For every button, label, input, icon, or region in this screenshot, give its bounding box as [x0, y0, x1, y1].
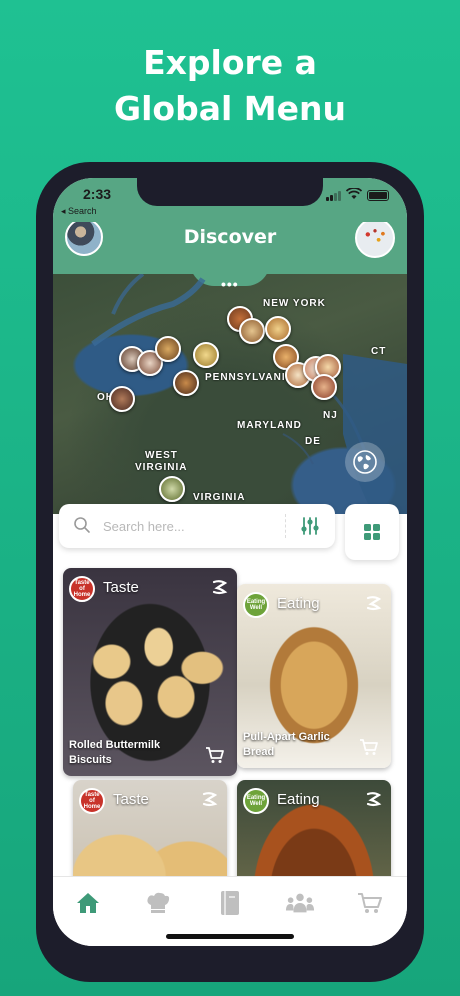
- map-recipe-pin[interactable]: [109, 386, 135, 412]
- search-icon: [74, 517, 90, 533]
- phone-screen: 2:33 ◂ Search Discover ••• NEW YORK CT P…: [53, 178, 407, 946]
- recipe-card[interactable]: Eating Well Eating: [237, 780, 391, 876]
- headline: Explore a Global Menu: [0, 40, 460, 132]
- page-title: Discover: [183, 226, 277, 248]
- recipe-feed: Taste of Home Taste Rolled Buttermilk Bi…: [53, 548, 407, 876]
- search-input[interactable]: [103, 514, 273, 538]
- save-recipe-icon[interactable]: [365, 594, 383, 612]
- chef-hat-icon: [147, 892, 170, 913]
- search-bar: [59, 504, 335, 548]
- battery-icon: [367, 190, 389, 201]
- map-label-new-york: NEW YORK: [263, 298, 326, 309]
- status-time: 2:33: [83, 186, 112, 202]
- save-recipe-icon[interactable]: [365, 790, 383, 808]
- recipe-card[interactable]: Eating Well Eating Pull-Apart Garlic Bre…: [237, 584, 391, 768]
- community-icon: [285, 893, 315, 913]
- save-recipe-icon[interactable]: [201, 790, 219, 808]
- recipe-book-icon: [221, 891, 239, 915]
- taste-of-home-logo: Taste of Home: [79, 788, 105, 814]
- home-indicator: [166, 934, 294, 939]
- map-label-ct: CT: [371, 346, 387, 357]
- headline-line-2: Global Menu: [114, 89, 346, 128]
- cart-icon: [358, 893, 382, 913]
- headline-line-1: Explore a: [143, 43, 317, 82]
- card-source-label: Taste: [103, 579, 139, 596]
- map-recipe-pin[interactable]: [193, 342, 219, 368]
- save-recipe-icon[interactable]: [211, 578, 229, 596]
- map-recipe-pin[interactable]: [239, 318, 265, 344]
- tab-community[interactable]: [285, 889, 315, 917]
- card-title: Rolled Buttermilk Biscuits: [69, 739, 161, 766]
- taste-of-home-logo: Taste of Home: [69, 576, 95, 602]
- map-label-west: WEST: [145, 450, 178, 461]
- search-divider: [285, 514, 286, 538]
- tab-recipes[interactable]: [215, 889, 245, 917]
- filter-sliders-icon[interactable]: [299, 516, 321, 536]
- back-to-search-link[interactable]: ◂ Search: [61, 206, 97, 217]
- card-source-label: Eating: [277, 791, 320, 808]
- recipe-map[interactable]: ••• NEW YORK CT PENNSYLVANIA OH NJ MARYL…: [53, 274, 407, 514]
- home-icon: [77, 893, 99, 913]
- map-label-west-virginia: VIRGINIA: [135, 462, 188, 473]
- map-recipe-pin[interactable]: [159, 476, 185, 502]
- map-label-pennsylvania: PENNSYLVANIA: [205, 372, 294, 383]
- tab-home[interactable]: [73, 889, 103, 917]
- map-recipe-pin[interactable]: [173, 370, 199, 396]
- cart-icon[interactable]: [205, 746, 225, 764]
- recipe-card[interactable]: Taste of Home Taste: [73, 780, 227, 876]
- globe-icon[interactable]: [345, 442, 385, 482]
- wifi-icon: [345, 187, 363, 203]
- card-source-label: Taste: [113, 791, 149, 808]
- map-label-virginia: VIRGINIA: [193, 492, 246, 503]
- map-recipe-pin[interactable]: [265, 316, 291, 342]
- tab-cart[interactable]: [355, 889, 385, 917]
- tab-chefs[interactable]: [143, 889, 173, 917]
- map-view-avatar[interactable]: [355, 218, 395, 258]
- recipe-card[interactable]: Taste of Home Taste Rolled Buttermilk Bi…: [63, 568, 237, 776]
- eating-well-logo: Eating Well: [243, 788, 269, 814]
- map-recipe-pin[interactable]: [155, 336, 181, 362]
- app-header: Discover: [53, 218, 407, 274]
- eating-well-logo: Eating Well: [243, 592, 269, 618]
- card-title: Pull-Apart Garlic Bread: [243, 731, 330, 758]
- map-label-maryland: MARYLAND: [237, 420, 302, 431]
- phone-notch: [137, 178, 323, 206]
- cart-icon[interactable]: [359, 738, 379, 756]
- map-label-de: DE: [305, 436, 321, 447]
- grid-view-button[interactable]: [345, 504, 399, 560]
- status-icons: [326, 187, 389, 203]
- map-label-nj: NJ: [323, 410, 338, 421]
- signal-icon: [326, 190, 341, 201]
- map-recipe-pin[interactable]: [311, 374, 337, 400]
- card-source-label: Eating: [277, 595, 320, 612]
- grid-icon: [364, 524, 380, 540]
